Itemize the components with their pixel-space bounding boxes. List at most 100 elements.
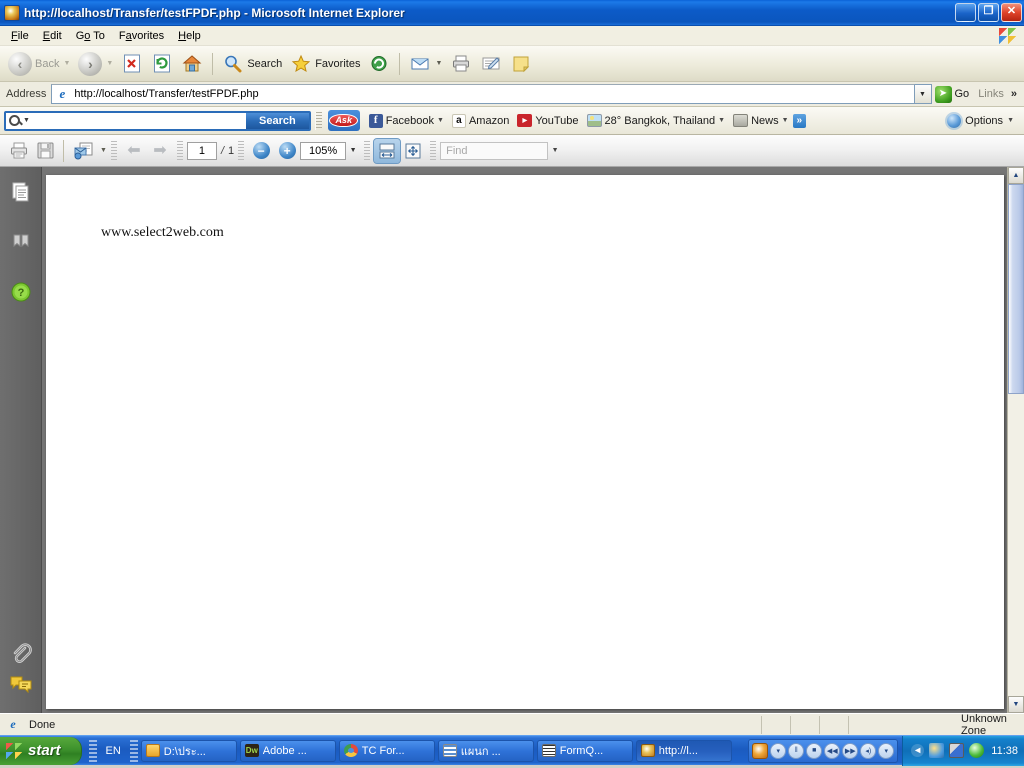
amazon-icon: a bbox=[451, 113, 466, 128]
pdf-fit-page-button[interactable] bbox=[400, 139, 426, 163]
edit-icon bbox=[480, 53, 502, 75]
pdf-email-button[interactable] bbox=[69, 139, 99, 163]
stop-button[interactable] bbox=[117, 51, 147, 77]
pdf-email-dropdown-icon[interactable]: ▼ bbox=[100, 147, 107, 154]
paint-tray-icon[interactable] bbox=[929, 743, 945, 758]
taskbar-clock[interactable]: 11:38 bbox=[991, 745, 1018, 757]
pdf-page-area[interactable]: www.select2web.com bbox=[42, 167, 1007, 713]
ask-brand-icon[interactable]: Ask bbox=[327, 110, 360, 131]
mail-button[interactable]: ▼ bbox=[405, 51, 446, 77]
search-engine-dropdown-icon[interactable]: ▼ bbox=[23, 117, 30, 124]
taskbar-grip-1[interactable] bbox=[88, 739, 97, 762]
chevron-down-icon[interactable]: ▼ bbox=[782, 117, 789, 124]
taskbar-item-label: Adobe ... bbox=[262, 744, 307, 757]
go-button[interactable]: ➤ Go bbox=[932, 85, 976, 104]
pdf-prev-page-button[interactable]: ⬅ bbox=[121, 139, 147, 163]
restore-button[interactable]: ❐ bbox=[978, 3, 999, 22]
menu-edit[interactable]: Edit bbox=[36, 28, 69, 44]
ask-item-youtube[interactable]: ▶ YouTube bbox=[513, 112, 582, 129]
comments-panel-icon[interactable] bbox=[6, 669, 36, 699]
chevron-down-icon[interactable]: ▼ bbox=[718, 117, 725, 124]
notes-button[interactable] bbox=[506, 51, 536, 77]
back-button[interactable]: ‹ Back ▼ bbox=[4, 50, 74, 78]
refresh-icon bbox=[151, 53, 173, 75]
bookmarks-panel-icon[interactable] bbox=[6, 227, 36, 257]
attachments-panel-icon[interactable] bbox=[6, 639, 36, 669]
media-volume-button[interactable]: ◂) bbox=[860, 742, 877, 759]
pdf-zoom-input[interactable]: 105% bbox=[300, 141, 347, 160]
taskbar-item-spreadsheet[interactable]: แผนก ... bbox=[437, 739, 534, 762]
mail-dropdown-icon[interactable]: ▼ bbox=[435, 60, 442, 67]
scroll-thumb[interactable] bbox=[1008, 184, 1024, 394]
back-dropdown-icon[interactable]: ▼ bbox=[63, 60, 70, 67]
taskbar-item-tc-forum[interactable]: TC For... bbox=[338, 739, 435, 762]
tray-expand-icon[interactable]: ◂ bbox=[911, 744, 925, 757]
menu-goto[interactable]: Go To bbox=[69, 28, 112, 44]
forward-dropdown-icon[interactable]: ▼ bbox=[106, 60, 113, 67]
taskbar-grip-2[interactable] bbox=[129, 739, 138, 762]
taskbar-item-folder[interactable]: D:\ประ... bbox=[140, 739, 237, 762]
start-button[interactable]: start bbox=[0, 736, 82, 765]
media-stop-button[interactable]: ■ bbox=[806, 742, 823, 759]
toolbar-grip[interactable] bbox=[314, 111, 322, 130]
ask-search-input[interactable]: ▼ bbox=[6, 112, 246, 129]
address-overflow-icon[interactable]: » bbox=[1007, 88, 1021, 100]
pdf-page-input[interactable]: 1 bbox=[186, 141, 217, 160]
pdf-zoom-in-button[interactable]: + bbox=[274, 139, 300, 163]
pdf-find-dropdown-icon[interactable]: ▼ bbox=[548, 142, 562, 160]
pdf-separator-5 bbox=[364, 140, 371, 161]
pdf-print-button[interactable] bbox=[6, 139, 32, 163]
pdf-fit-width-button[interactable] bbox=[373, 137, 402, 164]
chevron-down-icon[interactable]: ▼ bbox=[1007, 117, 1014, 124]
pdf-save-button[interactable] bbox=[32, 139, 58, 163]
media-volume-menu-button[interactable]: ▾ bbox=[878, 742, 895, 759]
ask-overflow-button[interactable]: » bbox=[792, 113, 807, 128]
menu-file[interactable]: FFileile bbox=[4, 28, 36, 44]
ask-item-news[interactable]: News ▼ bbox=[729, 112, 792, 129]
pages-panel-icon[interactable] bbox=[6, 177, 36, 207]
language-indicator[interactable]: EN bbox=[100, 745, 127, 757]
menu-help[interactable]: Help bbox=[171, 28, 208, 44]
chevron-down-icon[interactable]: ▼ bbox=[437, 117, 444, 124]
media-previous-button[interactable]: ◀◀ bbox=[824, 742, 841, 759]
address-dropdown-button[interactable]: ▼ bbox=[914, 84, 932, 104]
address-input[interactable]: e http://localhost/Transfer/testFPDF.php bbox=[51, 84, 915, 104]
ask-item-weather[interactable]: 28° Bangkok, Thailand ▼ bbox=[583, 112, 730, 129]
media-pause-button[interactable]: ‖ bbox=[788, 742, 805, 759]
minimize-button[interactable]: _ bbox=[955, 3, 976, 22]
print-button[interactable] bbox=[446, 51, 476, 77]
pdf-page-total: 1 bbox=[228, 144, 235, 157]
pdf-find-input[interactable]: Find bbox=[440, 141, 549, 160]
scroll-down-button[interactable]: ▼ bbox=[1008, 696, 1024, 713]
ask-item-facebook[interactable]: f Facebook ▼ bbox=[365, 112, 448, 130]
home-button[interactable] bbox=[177, 51, 207, 77]
links-label[interactable]: Links bbox=[975, 88, 1007, 100]
search-button[interactable]: Search bbox=[218, 51, 286, 77]
forward-button[interactable]: › ▼ bbox=[74, 50, 117, 78]
taskbar-item-formq[interactable]: FormQ... bbox=[536, 739, 633, 762]
history-button[interactable] bbox=[364, 51, 394, 77]
pdf-zoom-out-button[interactable]: − bbox=[248, 139, 274, 163]
ask-search-button[interactable]: Search bbox=[246, 112, 309, 129]
pdf-vertical-scrollbar[interactable]: ▲ ▼ bbox=[1007, 167, 1024, 713]
antivirus-tray-icon[interactable] bbox=[969, 743, 985, 758]
help-icon[interactable]: ? bbox=[6, 277, 36, 307]
ask-options-button[interactable]: Options ▼ bbox=[941, 112, 1020, 130]
edit-button[interactable] bbox=[476, 51, 506, 77]
taskbar-item-adobe[interactable]: Dw Adobe ... bbox=[239, 739, 336, 762]
media-next-button[interactable]: ▶▶ bbox=[842, 742, 859, 759]
scroll-track[interactable] bbox=[1008, 184, 1024, 696]
ask-item-amazon[interactable]: a Amazon bbox=[448, 112, 513, 130]
favorites-button[interactable]: Favorites bbox=[286, 51, 364, 77]
menu-favorites[interactable]: Favorites bbox=[112, 28, 171, 44]
close-button[interactable]: ✕ bbox=[1001, 3, 1022, 22]
taskbar-item-ie[interactable]: http://l... bbox=[635, 739, 732, 762]
scroll-up-button[interactable]: ▲ bbox=[1008, 167, 1024, 184]
svg-text:?: ? bbox=[17, 287, 24, 299]
pdf-next-page-button[interactable]: ➡ bbox=[147, 139, 173, 163]
media-menu-button[interactable]: ▾ bbox=[770, 742, 787, 759]
wmp-icon[interactable] bbox=[752, 742, 769, 759]
refresh-button[interactable] bbox=[147, 51, 177, 77]
pdf-zoom-dropdown-icon[interactable]: ▼ bbox=[346, 142, 360, 160]
network-tray-icon[interactable] bbox=[949, 743, 965, 758]
